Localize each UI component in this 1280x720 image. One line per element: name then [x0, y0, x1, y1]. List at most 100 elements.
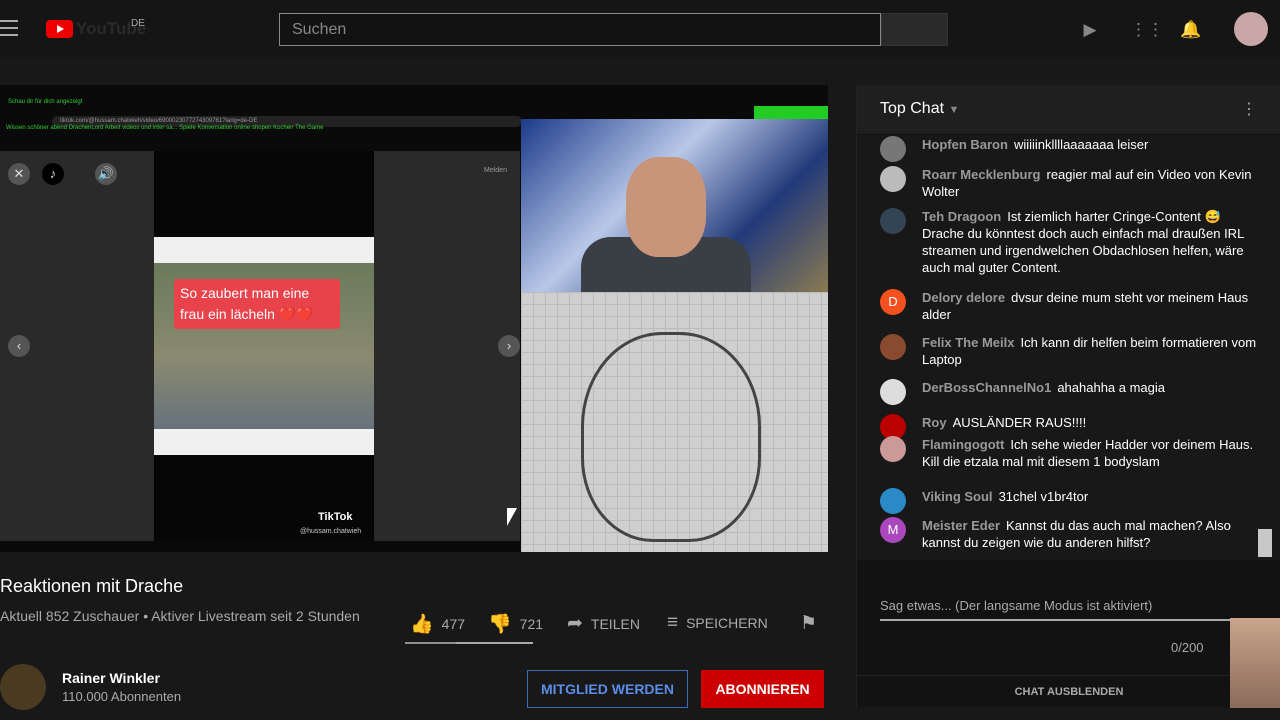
subscribe-button[interactable]: ABONNIEREN [701, 670, 824, 708]
tiktok-username: @hussam.chatwieh [300, 528, 362, 535]
chevron-right-icon: › [498, 335, 520, 357]
author-name[interactable]: Delory delore [922, 290, 1005, 305]
chat-message: D Delory delore dvsur deine mum steht vor … [880, 289, 1260, 323]
author-avatar[interactable] [880, 436, 906, 462]
author-name[interactable]: Viking Soul [922, 489, 993, 504]
author-name[interactable]: Roy [922, 415, 947, 430]
webcam-feed [521, 119, 828, 292]
chat-message: DerBossChannelNo1 ahahahha a magia [880, 379, 1260, 405]
tiktok-page: So zaubert man eine frau ein lächeln ❤️❤… [0, 151, 520, 541]
country-code: DE [131, 18, 145, 29]
bookmarks-bar: Wissen schöner abend DrachenLord Arbeit … [6, 125, 324, 131]
chat-message: M Meister Eder Kannst du das auch mal mach… [880, 517, 1260, 551]
message-text: ahahahha a magia [1057, 380, 1166, 395]
chat-message: Felix The Meilx Ich kann dir helfen beim … [880, 334, 1260, 368]
report-button[interactable]: ⚑ [800, 612, 817, 635]
search-button[interactable] [881, 13, 948, 46]
mouse-cursor-icon [507, 508, 517, 526]
drawing-feed [521, 292, 828, 552]
video-title: Reaktionen mit Drache [0, 576, 184, 596]
author-name[interactable]: DerBossChannelNo1 [922, 380, 1051, 395]
author-name[interactable]: Flamingogott [922, 437, 1004, 452]
chevron-left-icon: ‹ [8, 335, 30, 357]
author-avatar[interactable]: D [880, 289, 906, 315]
chat-scrollbar[interactable] [1258, 529, 1272, 557]
author-name[interactable]: Meister Eder [922, 518, 1000, 533]
flag-icon: ⚑ [800, 613, 818, 634]
message-text: AUSLÄNDER RAUS!!!! [952, 415, 1087, 430]
video-player[interactable]: Schau dir für dich angezeigt tiktok.com/… [0, 85, 828, 552]
streamer-face [626, 157, 706, 257]
hide-chat-button[interactable]: CHAT AUSBLENDEN [857, 675, 1280, 707]
avatar-initial: D [888, 294, 898, 309]
window-buttons [754, 106, 828, 120]
chat-message: Roy AUSLÄNDER RAUS!!!! [880, 414, 1260, 440]
share-arrow-icon: ➦ [567, 613, 583, 634]
chat-message: Hopfen Baron wiiiiinkllllaaaaaaa leiser [880, 136, 1260, 162]
char-counter: 0/200 [1171, 640, 1204, 655]
browser-tab: Schau dir für dich angezeigt [8, 99, 83, 105]
author-avatar[interactable] [880, 208, 906, 234]
author-name[interactable]: Teh Dragoon [922, 209, 1001, 224]
save-button[interactable]: ≡ SPEICHERN [667, 612, 768, 634]
chat-input[interactable]: Sag etwas... (Der langsame Modus ist akt… [880, 598, 1248, 621]
playlist-add-icon: ≡ [667, 612, 679, 633]
caret-down-icon: ▼ [948, 104, 960, 116]
volume-icon: 🔊 [95, 163, 117, 185]
video-meta: Aktuell 852 Zuschauer • Aktiver Livestre… [0, 608, 360, 624]
message-text: 31chel v1br4tor [998, 489, 1089, 504]
chat-message: Flamingogott Ich sehe wieder Hadder vor d… [880, 436, 1260, 470]
tiktok-caption: So zaubert man eine frau ein lächeln ❤️❤… [174, 279, 340, 329]
chat-input-area: Sag etwas... (Der langsame Modus ist akt… [857, 560, 1280, 707]
tiktok-logo-icon: ♪ [42, 163, 64, 185]
share-label: TEILEN [590, 615, 640, 632]
white-bar [154, 429, 374, 455]
youtube-logo-icon[interactable] [46, 20, 73, 38]
author-avatar[interactable] [880, 166, 906, 192]
like-count: 477 [441, 616, 466, 632]
white-bar [154, 237, 374, 263]
report-label: Melden [484, 167, 507, 174]
author-name[interactable]: Felix The Meilx [922, 335, 1014, 350]
author-avatar[interactable] [880, 379, 906, 405]
subscriber-count: 110.000 Abonnenten [62, 689, 182, 704]
author-name[interactable]: Roarr Mecklenburg [922, 167, 1040, 182]
more-options-icon[interactable]: ⋮ [1241, 99, 1257, 119]
overlay-thumbnail [1230, 618, 1280, 708]
like-button[interactable]: 👍 477 [410, 612, 465, 636]
save-label: SPEICHERN [686, 615, 768, 631]
account-avatar[interactable] [1234, 12, 1268, 46]
sketch-drawing [581, 332, 761, 542]
notifications-bell-icon[interactable]: 🔔 [1180, 20, 1201, 39]
sentiment-bar-fill [405, 642, 457, 644]
live-chat: Top Chat ▼ ⋮ Hopfen Baron wiiiiinkllllaaa… [856, 85, 1280, 707]
chat-message: Roarr Mecklenburg reagier mal auf ein Vid… [880, 166, 1260, 200]
avatar-initial: M [887, 522, 899, 537]
chat-mode-dropdown[interactable]: Top Chat ▼ [880, 100, 959, 118]
tiktok-watermark: TikTok [318, 511, 353, 523]
apps-grid-icon[interactable]: ⋮⋮ [1130, 20, 1164, 39]
dislike-button[interactable]: 👎 721 [488, 612, 543, 636]
author-avatar[interactable]: M [880, 517, 906, 543]
author-avatar[interactable] [880, 136, 906, 162]
author-name[interactable]: Hopfen Baron [922, 137, 1008, 152]
close-icon: ✕ [8, 163, 30, 185]
share-button[interactable]: ➦ TEILEN [567, 612, 640, 635]
chat-title: Top Chat [880, 100, 945, 117]
create-video-icon[interactable]: ▶ [1080, 20, 1100, 39]
top-bar: YouTube DE Suchen ▶ ⋮⋮ 🔔 [0, 0, 1280, 58]
author-avatar[interactable] [880, 334, 906, 360]
thumbs-up-icon: 👍 [410, 614, 434, 635]
channel-avatar[interactable] [0, 664, 46, 710]
sentiment-bar [405, 642, 533, 644]
dislike-count: 721 [519, 616, 544, 632]
author-avatar[interactable] [880, 488, 906, 514]
thumbs-down-icon: 👎 [488, 614, 512, 635]
chat-message: Teh Dragoon Ist ziemlich harter Cringe-Co… [880, 208, 1260, 276]
chat-message: Viking Soul 31chel v1br4tor [880, 488, 1260, 514]
chat-header: Top Chat ▼ ⋮ [857, 85, 1280, 135]
channel-name[interactable]: Rainer Winkler [62, 670, 160, 686]
menu-icon[interactable] [0, 20, 18, 36]
join-membership-button[interactable]: MITGLIED WERDEN [527, 670, 688, 708]
search-input[interactable]: Suchen [279, 13, 881, 46]
